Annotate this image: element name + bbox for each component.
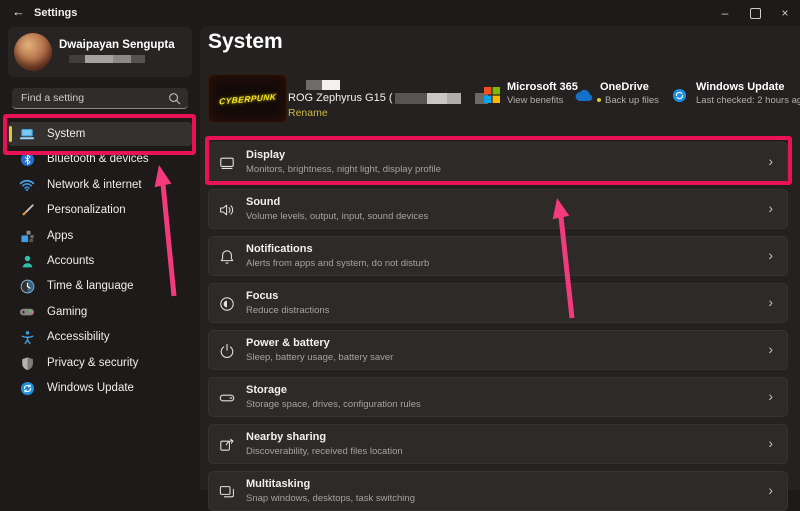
device-name: ROG Zephyrus G15 (: [288, 92, 488, 104]
chevron-right-icon: ›: [768, 482, 773, 498]
back-button[interactable]: ←: [12, 4, 25, 19]
onedrive-cloud-icon: [575, 89, 594, 102]
sidebar-item-label: Apps: [47, 230, 73, 242]
sidebar-item-network-internet[interactable]: Network & internet: [8, 173, 192, 197]
speaker-icon: [218, 201, 236, 219]
selected-accent-bar: [9, 126, 12, 142]
chevron-right-icon: ›: [768, 294, 773, 310]
onedrive-title: OneDrive: [600, 81, 649, 93]
status-dot: [597, 98, 601, 102]
search-icon: [168, 92, 181, 105]
multitasking-windows-icon: [218, 483, 236, 501]
app-title: Settings: [34, 7, 77, 19]
sidebar-item-label: Bluetooth & devices: [47, 153, 149, 165]
settings-row-nearby-sharing[interactable]: Nearby sharing Discoverability, received…: [208, 424, 788, 464]
chevron-right-icon: ›: [768, 435, 773, 451]
sidebar-item-label: Accounts: [47, 255, 94, 267]
sidebar-item-apps[interactable]: Apps: [8, 224, 192, 248]
brush-icon: [19, 202, 35, 218]
bluetooth-icon: [19, 151, 35, 167]
device-name-text: ROG Zephyrus G15 (: [288, 92, 393, 104]
microsoft-365-link[interactable]: View benefits: [507, 95, 563, 106]
settings-row-sound[interactable]: Sound Volume levels, output, input, soun…: [208, 189, 788, 229]
sidebar-item-personalization[interactable]: Personalization: [8, 198, 192, 222]
sidebar-item-label: Personalization: [47, 204, 126, 216]
sidebar-item-accessibility[interactable]: Accessibility: [8, 325, 192, 349]
chevron-right-icon: ›: [768, 247, 773, 263]
settings-row-display[interactable]: Display Monitors, brightness, night ligh…: [208, 142, 788, 182]
sidebar-item-label: Windows Update: [47, 382, 134, 394]
gamepad-icon: [19, 304, 35, 320]
sidebar-item-label: Gaming: [47, 306, 87, 318]
windows-update-status: Last checked: 2 hours ago: [696, 95, 800, 106]
power-icon: [218, 342, 236, 360]
minimize-button[interactable]: –: [710, 0, 740, 26]
sidebar-item-label: Privacy & security: [47, 357, 138, 369]
search-input[interactable]: [12, 92, 168, 104]
person-icon: [19, 253, 35, 269]
chevron-right-icon: ›: [768, 200, 773, 216]
avatar: [14, 33, 52, 71]
sidebar-item-system[interactable]: System: [8, 122, 192, 146]
cyberpunk-logo: CYBERPUNK: [219, 91, 277, 106]
titlebar: ← Settings – ×: [0, 0, 800, 26]
device-thumbnail: CYBERPUNK: [208, 74, 287, 123]
rename-link[interactable]: Rename: [288, 107, 328, 119]
sidebar-item-windows-update[interactable]: Windows Update: [8, 376, 192, 400]
settings-row-notifications[interactable]: Notifications Alerts from apps and syste…: [208, 236, 788, 276]
sidebar-item-label: System: [47, 128, 85, 140]
chevron-right-icon: ›: [768, 153, 773, 169]
shield-icon: [19, 355, 35, 371]
close-button[interactable]: ×: [770, 0, 800, 26]
display-icon: [218, 154, 236, 172]
page-title: System: [208, 30, 283, 54]
settings-row-focus[interactable]: Focus Reduce distractions ›: [208, 283, 788, 323]
sidebar-item-label: Network & internet: [47, 179, 142, 191]
windows-update-title: Windows Update: [696, 81, 785, 93]
maximize-icon: [750, 8, 761, 19]
search-box[interactable]: [12, 88, 188, 109]
user-email-redacted: [69, 55, 145, 63]
maximize-button[interactable]: [740, 0, 770, 26]
system-icon: [19, 126, 35, 142]
apps-icon: [19, 228, 35, 244]
storage-drive-icon: [218, 389, 236, 407]
chevron-right-icon: ›: [768, 341, 773, 357]
update-icon: [19, 380, 35, 396]
device-model-redacted: [306, 80, 340, 90]
sidebar-item-gaming[interactable]: Gaming: [8, 300, 192, 324]
accessibility-person-icon: [19, 329, 35, 345]
settings-row-multitasking[interactable]: Multitasking Snap windows, desktops, tas…: [208, 471, 788, 511]
onedrive-link[interactable]: Back up files: [597, 95, 659, 106]
focus-icon: [218, 295, 236, 313]
wifi-icon: [19, 177, 35, 193]
chevron-right-icon: ›: [768, 388, 773, 404]
sidebar-item-bluetooth-devices[interactable]: Bluetooth & devices: [8, 147, 192, 171]
settings-row-storage[interactable]: Storage Storage space, drives, configura…: [208, 377, 788, 417]
bell-icon: [218, 248, 236, 266]
user-name: Dwaipayan Sengupta: [59, 39, 175, 51]
settings-row-power-battery[interactable]: Power & battery Sleep, battery usage, ba…: [208, 330, 788, 370]
windows-update-header-icon: [672, 88, 687, 103]
microsoft-365-title: Microsoft 365: [507, 81, 578, 93]
sidebar-item-accounts[interactable]: Accounts: [8, 249, 192, 273]
sidebar-item-label: Accessibility: [47, 331, 110, 343]
sidebar-item-label: Time & language: [47, 280, 134, 292]
profile-card[interactable]: Dwaipayan Sengupta: [8, 27, 192, 77]
microsoft-365-icon: [484, 87, 500, 103]
sidebar-item-privacy-security[interactable]: Privacy & security: [8, 351, 192, 375]
clock-icon: [19, 278, 35, 294]
sidebar-item-time-language[interactable]: Time & language: [8, 274, 192, 298]
share-icon: [218, 436, 236, 454]
